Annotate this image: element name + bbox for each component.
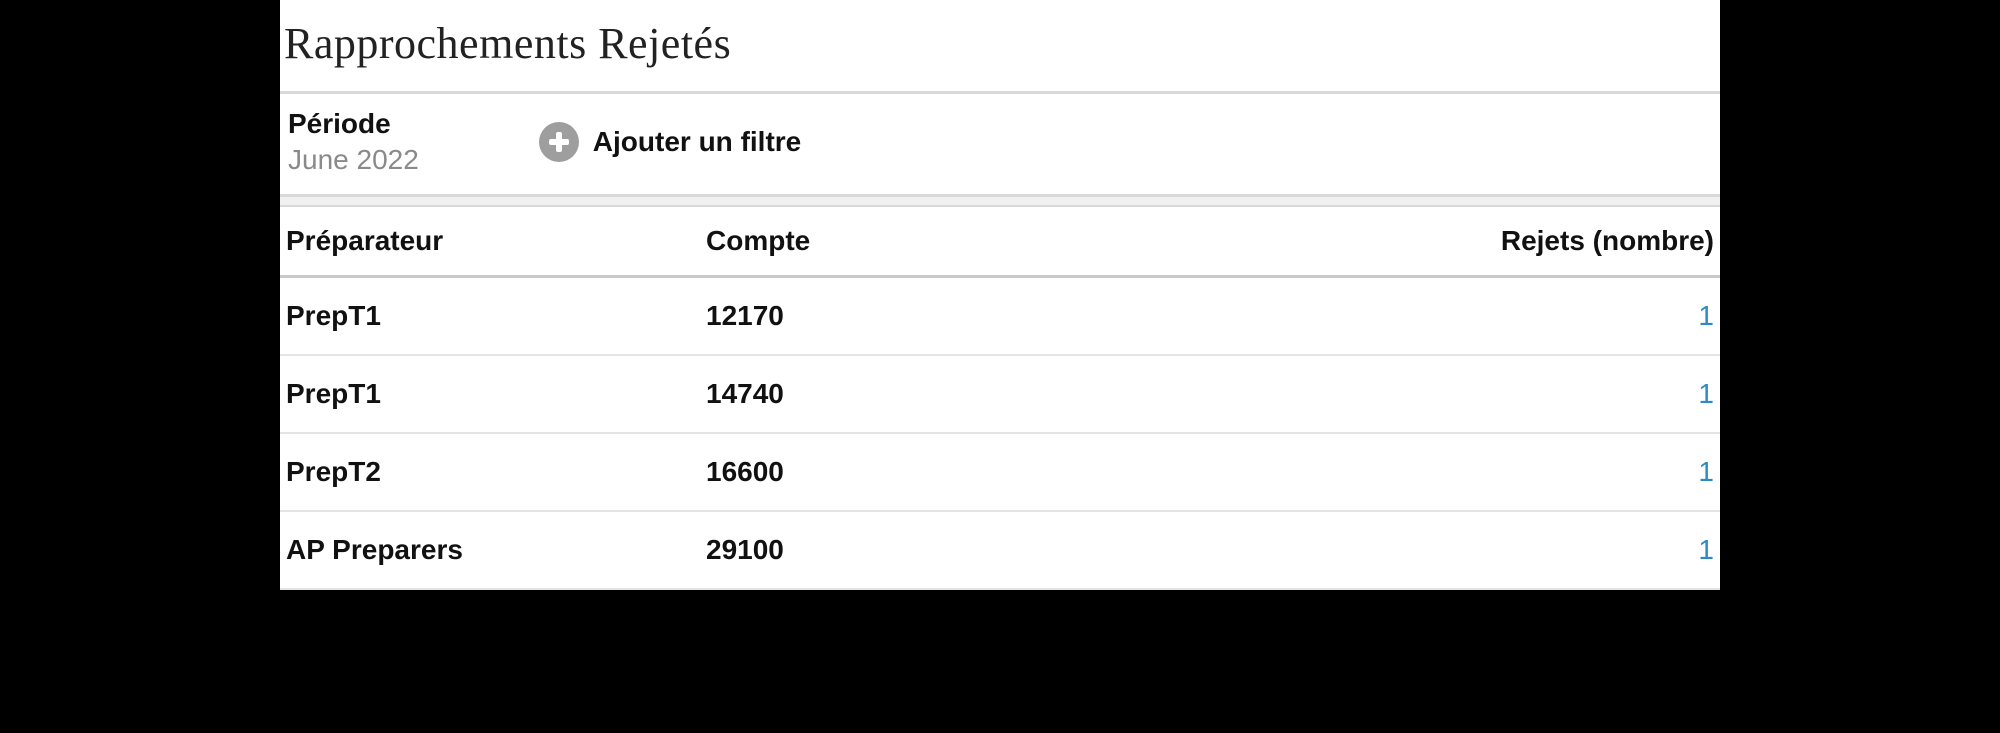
cell-rejets-link[interactable]: 1: [1374, 378, 1714, 410]
add-filter-label: Ajouter un filtre: [593, 126, 801, 158]
column-header-preparer[interactable]: Préparateur: [286, 225, 706, 257]
table-row: PrepT1 12170 1: [280, 278, 1720, 356]
table-row: PrepT1 14740 1: [280, 356, 1720, 434]
rejections-table: Préparateur Compte Rejets (nombre) PrepT…: [280, 207, 1720, 590]
add-filter-button[interactable]: Ajouter un filtre: [539, 122, 801, 162]
table-header-row: Préparateur Compte Rejets (nombre): [280, 207, 1720, 278]
filter-period[interactable]: Période June 2022: [284, 108, 419, 176]
cell-preparer: PrepT2: [286, 456, 706, 488]
column-header-rejets[interactable]: Rejets (nombre): [1374, 225, 1714, 257]
column-header-compte[interactable]: Compte: [706, 225, 1374, 257]
cell-compte: 29100: [706, 534, 1374, 566]
cell-compte: 14740: [706, 378, 1374, 410]
page-title: Rapprochements Rejetés: [280, 0, 1720, 91]
cell-compte: 12170: [706, 300, 1374, 332]
table-row: PrepT2 16600 1: [280, 434, 1720, 512]
plus-circle-icon: [539, 122, 579, 162]
filter-bar: Période June 2022 Ajouter un filtre: [280, 91, 1720, 197]
cell-rejets-link[interactable]: 1: [1374, 456, 1714, 488]
filter-period-value: June 2022: [288, 144, 419, 176]
cell-preparer: PrepT1: [286, 300, 706, 332]
filter-period-label: Période: [288, 108, 419, 140]
cell-compte: 16600: [706, 456, 1374, 488]
cell-preparer: AP Preparers: [286, 534, 706, 566]
cell-rejets-link[interactable]: 1: [1374, 534, 1714, 566]
cell-rejets-link[interactable]: 1: [1374, 300, 1714, 332]
table-row: AP Preparers 29100 1: [280, 512, 1720, 590]
divider: [280, 197, 1720, 207]
cell-preparer: PrepT1: [286, 378, 706, 410]
content-panel: Rapprochements Rejetés Période June 2022…: [280, 0, 1720, 590]
